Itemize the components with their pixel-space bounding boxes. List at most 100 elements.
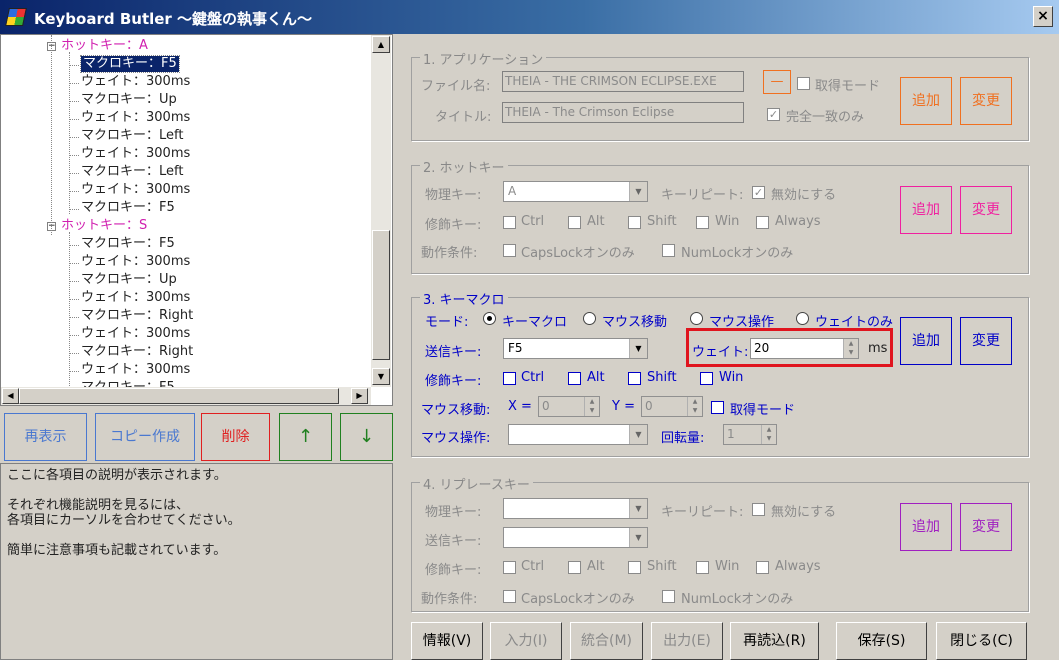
macro-ctrl-checkbox[interactable] bbox=[503, 372, 516, 385]
file-name-field[interactable]: THEIA - THE CRIMSON ECLIPSE.EXE bbox=[502, 71, 744, 92]
hotkey-capslock-checkbox[interactable] bbox=[503, 244, 516, 257]
app-change-button[interactable]: 変更 bbox=[960, 77, 1012, 125]
rotation-value: 1 bbox=[727, 427, 735, 441]
hotkey-change-button[interactable]: 変更 bbox=[960, 186, 1012, 234]
tree-horizontal-scrollbar[interactable]: ◀ ▶ bbox=[1, 387, 371, 405]
tree-item[interactable]: マクロキー：Left bbox=[81, 164, 183, 180]
move-up-button[interactable]: ↑ bbox=[279, 413, 332, 461]
reload-button[interactable]: 再読込(R) bbox=[730, 622, 819, 660]
tree-item[interactable]: マクロキー：F5 bbox=[81, 200, 175, 216]
hotkey-group-title: 2. ホットキー bbox=[420, 157, 508, 176]
save-button[interactable]: 保存(S) bbox=[836, 622, 927, 660]
macro-capture-mode-checkbox[interactable] bbox=[711, 401, 724, 414]
tree-item[interactable]: ウェイト：300ms bbox=[81, 254, 190, 270]
hotkey-repeat-disable-checkbox[interactable]: ✓ bbox=[752, 186, 765, 199]
hotkey-win-checkbox[interactable] bbox=[696, 216, 709, 229]
tree-item[interactable]: マクロキー：F5 bbox=[80, 55, 180, 73]
tree-item[interactable]: マクロキー：F5 bbox=[81, 380, 175, 387]
tree-hotkey-node[interactable]: ホットキー：A bbox=[61, 38, 148, 54]
tree-item[interactable]: ウェイト：300ms bbox=[81, 182, 190, 198]
scroll-down-arrow-icon[interactable]: ▼ bbox=[372, 368, 390, 385]
replace-numlock-checkbox[interactable] bbox=[662, 590, 675, 603]
window-title-field[interactable]: THEIA - The Crimson Eclipse bbox=[502, 102, 744, 123]
hotkey-add-button[interactable]: 追加 bbox=[900, 186, 952, 234]
tree-item[interactable]: マクロキー：Up bbox=[81, 92, 177, 108]
macro-shift-checkbox[interactable] bbox=[628, 372, 641, 385]
macro-change-button[interactable]: 変更 bbox=[960, 317, 1012, 365]
scroll-up-arrow-icon[interactable]: ▲ bbox=[372, 36, 390, 53]
import-button[interactable]: 入力(I) bbox=[490, 622, 562, 660]
exact-match-checkbox[interactable]: ✓ bbox=[767, 108, 780, 121]
replace-win-checkbox[interactable] bbox=[696, 561, 709, 574]
tree-item[interactable]: マクロキー：Up bbox=[81, 272, 177, 288]
tree-item[interactable]: マクロキー：Right bbox=[81, 308, 193, 324]
replace-repeat-disable-checkbox[interactable] bbox=[752, 503, 765, 516]
mode-keymacro-radio[interactable] bbox=[483, 312, 496, 325]
tree-vertical-scrollbar[interactable]: ▲ ▼ bbox=[371, 35, 391, 387]
close-dialog-button[interactable]: 閉じる(C) bbox=[936, 622, 1027, 660]
hotkey-shift-checkbox[interactable] bbox=[628, 216, 641, 229]
app-picker-button[interactable]: — bbox=[763, 70, 791, 94]
tree-item[interactable]: ウェイト：300ms bbox=[81, 326, 190, 342]
y-input[interactable]: 0 ▲ ▼ bbox=[641, 396, 703, 417]
hotkey-numlock-checkbox[interactable] bbox=[662, 244, 675, 257]
copy-button[interactable]: コピー作成 bbox=[95, 413, 195, 461]
mode-mouse-move-radio[interactable] bbox=[583, 312, 596, 325]
tree-item[interactable]: ウェイト：300ms bbox=[81, 74, 190, 90]
tree-item[interactable]: ウェイト：300ms bbox=[81, 146, 190, 162]
hotkey-ctrl-checkbox[interactable] bbox=[503, 216, 516, 229]
macro-add-button[interactable]: 追加 bbox=[900, 317, 952, 365]
close-button[interactable]: × bbox=[1033, 6, 1053, 27]
delete-button[interactable]: 削除 bbox=[201, 413, 270, 461]
export-button[interactable]: 出力(E) bbox=[651, 622, 723, 660]
send-key-select[interactable]: F5 ▼ bbox=[503, 338, 648, 359]
tree-connector bbox=[69, 317, 79, 318]
tree-item[interactable]: ウェイト：300ms bbox=[81, 362, 190, 378]
spinner-arrows-icon[interactable]: ▲ ▼ bbox=[761, 425, 776, 444]
replace-send-select[interactable]: ▼ bbox=[503, 527, 648, 548]
app-add-button[interactable]: 追加 bbox=[900, 77, 952, 125]
replace-physical-select[interactable]: ▼ bbox=[503, 498, 648, 519]
hotkey-alt-label: Alt bbox=[587, 214, 605, 229]
rotation-input[interactable]: 1 ▲ ▼ bbox=[723, 424, 777, 445]
tree-item[interactable]: ウェイト：300ms bbox=[81, 110, 190, 126]
replace-key-group-title: 4. リプレースキー bbox=[420, 474, 533, 493]
scroll-thumb[interactable] bbox=[372, 230, 390, 360]
scroll-left-arrow-icon[interactable]: ◀ bbox=[2, 388, 19, 404]
refresh-button[interactable]: 再表示 bbox=[4, 413, 87, 461]
x-input[interactable]: 0 ▲ ▼ bbox=[538, 396, 600, 417]
merge-button[interactable]: 統合(M) bbox=[570, 622, 643, 660]
tree-item[interactable]: マクロキー：Right bbox=[81, 344, 193, 360]
mouse-op-select[interactable]: ▼ bbox=[508, 424, 648, 445]
replace-alt-checkbox[interactable] bbox=[568, 561, 581, 574]
mode-mouse-op-radio[interactable] bbox=[690, 312, 703, 325]
spinner-arrows-icon[interactable]: ▲ ▼ bbox=[687, 397, 702, 416]
replace-shift-checkbox[interactable] bbox=[628, 561, 641, 574]
info-button[interactable]: 情報(V) bbox=[411, 622, 483, 660]
horizontal-scroll-thumb[interactable] bbox=[19, 388, 339, 404]
macro-tree[interactable]: ホットキー：A − マクロキー：F5 ウェイト：300ms マクロキー：Up ウェイト：3… bbox=[0, 34, 393, 406]
tree-item[interactable]: ウェイト：300ms bbox=[81, 290, 190, 306]
hotkey-repeat-label: キーリピート: bbox=[661, 188, 744, 203]
move-down-button[interactable]: ↓ bbox=[340, 413, 393, 461]
macro-win-checkbox[interactable] bbox=[700, 372, 713, 385]
hotkey-alt-checkbox[interactable] bbox=[568, 216, 581, 229]
macro-alt-checkbox[interactable] bbox=[568, 372, 581, 385]
hotkey-physical-select[interactable]: A ▼ bbox=[503, 181, 648, 202]
tree-item[interactable]: マクロキー：F5 bbox=[81, 236, 175, 252]
replace-change-button[interactable]: 変更 bbox=[960, 503, 1012, 551]
replace-repeat-disable-label: 無効にする bbox=[771, 505, 837, 520]
replace-ctrl-checkbox[interactable] bbox=[503, 561, 516, 574]
tree-item[interactable]: マクロキー：Left bbox=[81, 128, 183, 144]
replace-add-button[interactable]: 追加 bbox=[900, 503, 952, 551]
hotkey-always-checkbox[interactable] bbox=[756, 216, 769, 229]
app-capture-mode-checkbox[interactable] bbox=[797, 77, 810, 90]
replace-always-checkbox[interactable] bbox=[756, 561, 769, 574]
tree-hotkey-node[interactable]: ホットキー：S bbox=[61, 218, 147, 234]
spinner-arrows-icon[interactable]: ▲ ▼ bbox=[584, 397, 599, 416]
mode-wait-only-radio[interactable] bbox=[796, 312, 809, 325]
replace-capslock-checkbox[interactable] bbox=[503, 590, 516, 603]
scroll-right-arrow-icon[interactable]: ▶ bbox=[351, 388, 368, 404]
hotkey-repeat-disable-label: 無効にする bbox=[771, 188, 837, 203]
tree-connector bbox=[69, 191, 79, 192]
